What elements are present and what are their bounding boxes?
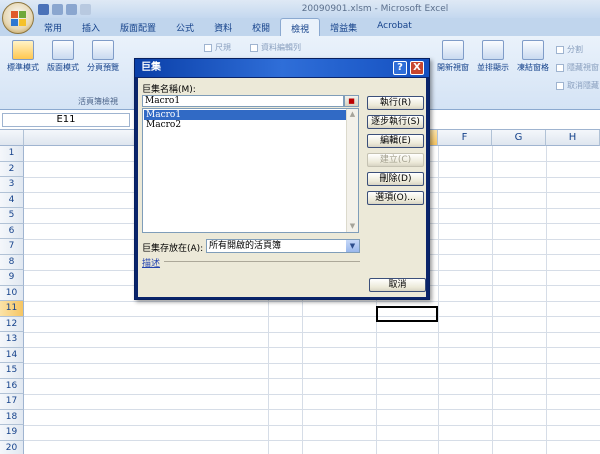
row-header[interactable]: 18 [0,409,24,425]
dialog-title: 巨集 [135,59,429,77]
scroll-down-icon[interactable]: ▼ [347,221,358,232]
tab-insert[interactable]: 插入 [72,18,110,36]
freeze-panes-button[interactable]: 凍結窗格 [514,40,552,73]
macros-in-select[interactable]: 所有開啟的活頁簿 ▼ [206,239,360,253]
row-header[interactable]: 6 [0,223,24,239]
page-break-icon [92,40,114,60]
macro-list-scrollbar[interactable]: ▲ ▼ [346,109,358,232]
normal-view-button[interactable]: 標準模式 [4,40,42,73]
grid-row-line [24,316,600,317]
row-header[interactable]: 2 [0,161,24,177]
page-layout-view-button[interactable]: 版面模式 [44,40,82,73]
row-header[interactable]: 3 [0,177,24,193]
edit-button[interactable]: 編輯(E) [367,134,424,148]
customize-qat-icon[interactable] [80,4,91,15]
normal-view-icon [12,40,34,60]
description-divider [164,261,360,262]
row-header[interactable]: 5 [0,208,24,224]
formula-bar-checkbox[interactable]: 資料編輯列 [250,42,301,53]
column-header-g[interactable]: G [492,130,546,146]
row-header[interactable]: 7 [0,239,24,255]
name-box[interactable]: E11 [2,113,130,127]
row-header[interactable]: 20 [0,440,24,454]
run-button[interactable]: 執行(R) [367,96,424,110]
tab-home[interactable]: 常用 [34,18,72,36]
grid-row-line [24,393,600,395]
office-logo-icon [11,11,18,18]
close-icon[interactable]: X [410,61,424,75]
tab-addins[interactable]: 增益集 [320,18,367,36]
unhide-window-button[interactable]: 取消隱藏 [556,80,599,91]
row-header[interactable]: 13 [0,332,24,348]
scroll-up-icon[interactable]: ▲ [347,109,358,120]
select-all-corner[interactable] [0,130,24,146]
macro-list[interactable]: Macro1 Macro2 ▲ ▼ [142,108,359,233]
macro-dialog: 巨集 ? X 巨集名稱(M): Macro1 ■ Macro1 Macro2 ▲… [134,58,430,300]
collapse-dialog-icon[interactable]: ■ [344,95,359,107]
row-header[interactable]: 10 [0,285,24,301]
row-header-selected[interactable]: 11 [0,301,24,317]
tab-view[interactable]: 檢視 [280,18,321,36]
macro-list-item[interactable]: Macro2 [144,120,346,130]
grid-row-line [24,347,600,348]
grid-row-line [24,424,600,426]
row-header[interactable]: 17 [0,394,24,410]
macros-in-value: 所有開啟的活頁簿 [209,241,282,251]
grid-row-line [24,440,600,441]
macro-name-input[interactable]: Macro1 [142,95,344,107]
row-header[interactable]: 12 [0,316,24,332]
new-window-icon [442,40,464,60]
tab-formulas[interactable]: 公式 [166,18,204,36]
grid-row-line [24,378,600,379]
row-header[interactable]: 16 [0,378,24,394]
ruler-checkbox[interactable]: 尺規 [204,42,231,53]
chevron-down-icon[interactable]: ▼ [346,240,359,252]
cancel-button[interactable]: 取消 [369,278,426,292]
page-break-preview-button[interactable]: 分頁預覽 [84,40,122,73]
row-header[interactable]: 14 [0,347,24,363]
quick-access-toolbar [38,3,120,16]
arrange-icon [482,40,504,60]
delete-button[interactable]: 刪除(D) [367,172,424,186]
new-window-button[interactable]: 開新視窗 [434,40,472,73]
help-icon[interactable]: ? [393,61,407,75]
step-into-button[interactable]: 逐步執行(S) [367,115,424,129]
row-header[interactable]: 4 [0,192,24,208]
row-header[interactable]: 9 [0,270,24,286]
office-button[interactable] [2,2,34,34]
page-layout-icon [52,40,74,60]
grid-row-line [24,362,600,364]
tab-review[interactable]: 校閱 [242,18,280,36]
grid-row-line [24,409,600,410]
freeze-panes-icon [522,40,544,60]
hide-window-button[interactable]: 隱藏視窗 [556,62,599,73]
arrange-all-button[interactable]: 並排顯示 [474,40,512,73]
group-label-workbook-views: 活頁簿檢視 [78,97,118,106]
save-icon[interactable] [38,4,49,15]
macro-list-item[interactable]: Macro1 [144,110,346,120]
tab-data[interactable]: 資料 [204,18,242,36]
undo-icon[interactable] [52,4,63,15]
description-label: 描述 [142,259,161,269]
row-header[interactable]: 1 [0,146,24,162]
macro-name-label: 巨集名稱(M): [142,85,196,95]
redo-icon[interactable] [66,4,77,15]
row-header[interactable]: 19 [0,425,24,441]
row-header[interactable]: 15 [0,363,24,379]
row-header[interactable]: 8 [0,254,24,270]
create-button: 建立(C) [367,153,424,167]
tab-acrobat[interactable]: Acrobat [367,18,422,36]
ribbon-tabs: 常用 插入 版面配置 公式 資料 校閱 檢視 增益集 Acrobat [0,18,600,36]
active-cell-e11[interactable] [376,306,438,322]
options-button[interactable]: 選項(O)... [367,191,424,205]
grid-row-line [24,300,600,302]
macros-in-label: 巨集存放在(A): [142,244,204,254]
column-header-f[interactable]: F [438,130,492,146]
dialog-body: 巨集名稱(M): Macro1 ■ Macro1 Macro2 ▲ ▼ 執行(R… [138,78,426,297]
grid-row-line [24,331,600,333]
column-header-h[interactable]: H [546,130,600,146]
tab-page-layout[interactable]: 版面配置 [110,18,166,36]
split-button[interactable]: 分割 [556,44,583,55]
